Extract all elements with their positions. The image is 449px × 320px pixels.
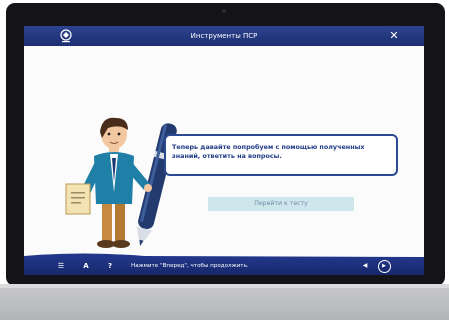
app-screen: Инструменты ПСР ✕ Теперь давайте попробу… [24, 26, 424, 275]
footer-hint: Нажмите "Вперед", чтобы продолжить. [131, 263, 249, 269]
message-line-1: Теперь давайте попробуем с помощью получ… [172, 143, 365, 151]
help-button[interactable]: ? [103, 257, 117, 275]
help-icon: ? [107, 262, 113, 270]
webcam [222, 9, 226, 13]
list-icon: ☰ [57, 262, 65, 270]
forward-button[interactable]: ▶ [376, 257, 392, 275]
close-icon: ✕ [389, 29, 399, 42]
message-box: Теперь давайте попробуем с помощью получ… [164, 134, 398, 176]
back-arrow-icon: ◀ [362, 262, 368, 269]
businessman-illustration [65, 117, 177, 248]
monitor-stand-edge [0, 284, 449, 288]
go-to-test-button[interactable]: Перейти к тесту [208, 197, 354, 211]
back-button[interactable]: ◀ [358, 257, 372, 275]
message-line-2: знаний, ответить на вопросы. [172, 152, 282, 160]
font-size-icon: A [83, 262, 89, 270]
window-title: Инструменты ПСР [190, 32, 258, 40]
font-size-button[interactable]: A [79, 257, 93, 275]
monitor-stand [0, 284, 449, 320]
forward-arrow-icon: ▶ [377, 259, 391, 273]
close-button[interactable]: ✕ [384, 26, 404, 46]
menu-button[interactable]: ☰ [54, 257, 68, 275]
